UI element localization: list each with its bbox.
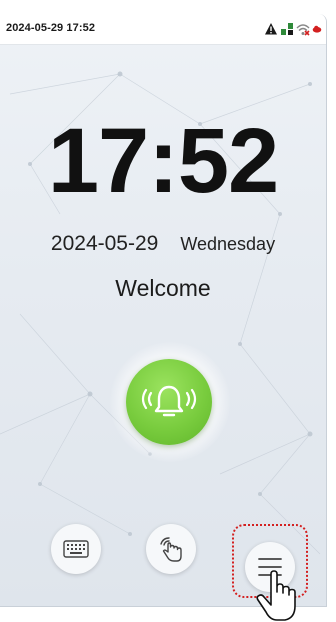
status-datetime: 2024-05-29 17:52 [6, 22, 96, 34]
status-bar: 2024-05-29 17:52 [0, 14, 326, 45]
hand-pointer-icon [256, 570, 296, 621]
network-background [0, 71, 321, 555]
current-weekday: Wednesday [180, 234, 276, 254]
clock-time: 17:52 [47, 110, 279, 212]
wifi-icon [296, 22, 310, 36]
touch-gesture-button[interactable] [146, 524, 196, 574]
warning-icon [264, 22, 278, 36]
keyboard-icon [63, 540, 89, 558]
cloud-icon [312, 22, 326, 36]
current-date: 2024-05-29 [50, 232, 159, 255]
date-row: 2024-05-29 Wednesday [0, 232, 326, 256]
doorbell-icon [141, 385, 197, 417]
device-screen: 2024-05-29 17:52 17:52 2024-05-29 Wednes… [0, 14, 327, 607]
network-icon [280, 22, 294, 36]
touch-gesture-icon [160, 537, 182, 562]
welcome-message: Welcome [115, 275, 211, 301]
status-icons [264, 19, 326, 39]
doorbell-button[interactable] [126, 359, 212, 445]
keyboard-button[interactable] [51, 524, 101, 574]
